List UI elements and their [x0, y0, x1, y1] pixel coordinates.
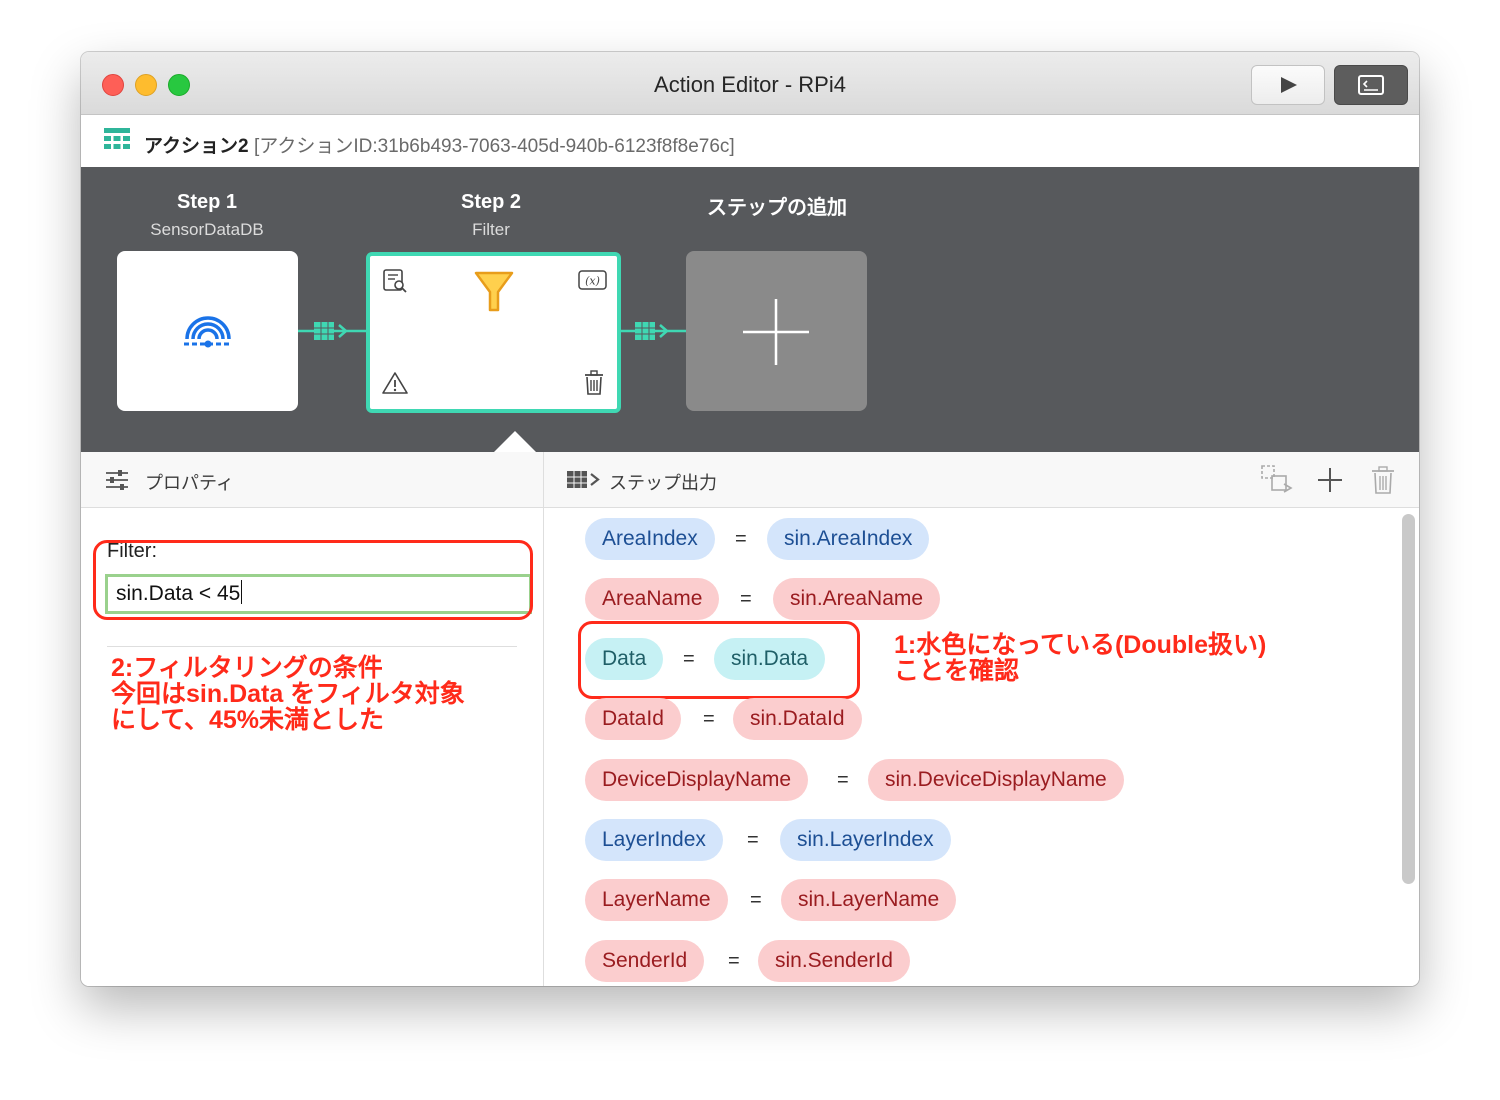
mapping-target-pill[interactable]: AreaIndex — [585, 518, 715, 560]
sensor-icon — [184, 316, 231, 348]
mapping-equals: = — [683, 648, 695, 670]
action-name: アクション2 — [144, 136, 249, 157]
action-editor-window: Action Editor - RPi4 アクション2 [アクションID:31b… — [81, 52, 1419, 986]
action-header: アクション2 [アクションID:31b6b493-7063-405d-940b-… — [81, 115, 1419, 167]
mapping-equals: = — [703, 708, 715, 730]
annotation-1-line2: ことを確認 — [894, 657, 1020, 685]
step2-card[interactable]: (x) — [366, 252, 621, 413]
variable-icon[interactable]: (x) — [578, 270, 608, 292]
filter-highlight-box — [93, 540, 533, 620]
mapping-source-pill[interactable]: sin.AreaName — [773, 578, 941, 620]
trash-icon[interactable] — [583, 370, 605, 396]
mapping-target-pill[interactable]: DataId — [585, 698, 681, 740]
output-icon — [567, 471, 600, 488]
terminal-button[interactable] — [1334, 65, 1408, 105]
sliders-icon — [106, 470, 128, 490]
step-output-header: ステップ出力 — [543, 452, 1419, 508]
filter-icon — [474, 271, 514, 312]
mapping-target-pill[interactable]: SenderId — [585, 940, 705, 982]
properties-panel: Filter: sin.Data < 45 2:フィルタリングの条件 今回はsi… — [81, 508, 543, 986]
window-title: Action Editor - RPi4 — [654, 72, 846, 97]
run-button[interactable] — [1251, 65, 1325, 105]
mapping-target-pill[interactable]: DeviceDisplayName — [585, 759, 809, 801]
mapping-source-pill[interactable]: sin.LayerIndex — [780, 819, 951, 861]
step1-sublabel: SensorDataDB — [150, 220, 264, 239]
divider — [107, 646, 517, 647]
mapping-target-pill[interactable]: LayerIndex — [585, 819, 723, 861]
terminal-icon — [1358, 75, 1384, 95]
mapping-source-pill[interactable]: sin.DataId — [733, 698, 862, 740]
action-id: [アクションID:31b6b493-7063-405d-940b-6123f8f… — [254, 136, 735, 157]
mapping-source-pill[interactable]: sin.DeviceDisplayName — [868, 759, 1124, 801]
mapping-equals: = — [735, 528, 747, 550]
add-mapping-plus-icon[interactable] — [1316, 466, 1344, 494]
mapping-target-pill[interactable]: LayerName — [585, 879, 728, 921]
annotation-1-line1: 1:水色になっている(Double扱い) — [894, 631, 1267, 659]
mapping-equals: = — [747, 829, 759, 851]
step1-label: Step 1 — [176, 191, 238, 213]
warning-icon — [382, 372, 408, 394]
properties-header: プロパティ — [81, 452, 543, 508]
step-output-title: ステップ出力 — [609, 473, 717, 493]
annotation-2-line1: 2:フィルタリングの条件 — [111, 654, 383, 682]
mapping-source-pill[interactable]: sin.Data — [714, 638, 826, 680]
svg-text:(x): (x) — [585, 275, 600, 288]
mapping-target-pill[interactable]: Data — [585, 638, 664, 680]
mapping-equals: = — [728, 950, 740, 972]
delete-mapping-trash-icon[interactable] — [1370, 465, 1396, 495]
mapping-target-pill[interactable]: AreaName — [585, 578, 720, 620]
mapping-source-pill[interactable]: sin.SenderId — [758, 940, 910, 982]
annotation-2-line2: 今回はsin.Data をフィルタ対象 — [111, 680, 465, 708]
selected-step-pointer — [493, 431, 537, 453]
mapping-equals: = — [740, 588, 752, 610]
mapping-equals: = — [750, 889, 762, 911]
annotation-2-line3: にして、45%未満とした — [111, 706, 385, 734]
scrollbar[interactable] — [1402, 514, 1415, 884]
title-bar: Action Editor - RPi4 — [81, 52, 1419, 115]
connector-arrow-icon — [619, 322, 687, 340]
step2-label: Step 2 — [460, 191, 522, 213]
mapping-source-pill[interactable]: sin.AreaIndex — [767, 518, 930, 560]
step1-card[interactable] — [117, 251, 298, 411]
add-step-button[interactable] — [686, 251, 867, 411]
mapping-equals: = — [837, 769, 849, 791]
step-canvas: Step 1 SensorDataDB Step 2 Filter ステップの追… — [81, 167, 1419, 453]
search-list-icon[interactable] — [382, 268, 408, 294]
play-icon — [1281, 77, 1297, 93]
step-output-panel: 1:水色になっている(Double扱い) ことを確認 AreaIndex = sin… — [543, 508, 1419, 986]
mapping-source-pill[interactable]: sin.LayerName — [781, 879, 957, 921]
step2-sublabel: Filter — [472, 220, 510, 239]
action-table-icon — [104, 128, 130, 149]
add-step-label: ステップの追加 — [707, 197, 847, 219]
mapping-convert-icon[interactable] — [1260, 464, 1294, 496]
plus-icon — [743, 299, 809, 365]
properties-title: プロパティ — [145, 473, 234, 493]
connector-arrow-icon — [298, 322, 366, 340]
